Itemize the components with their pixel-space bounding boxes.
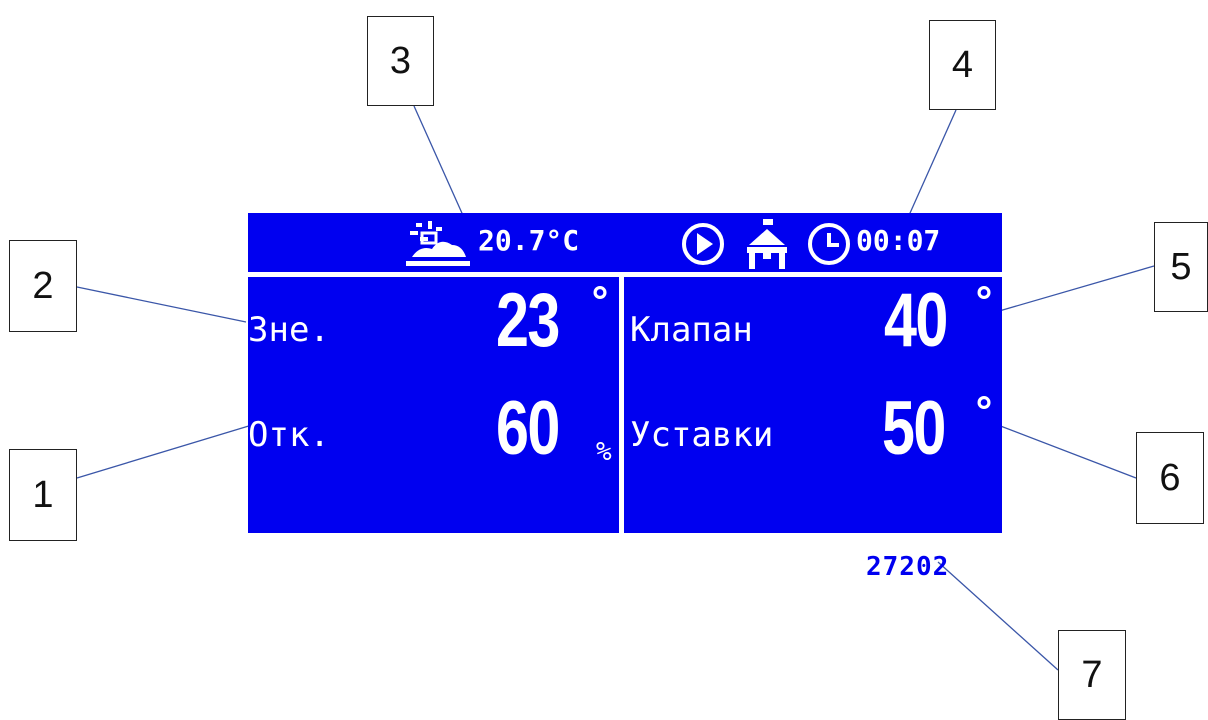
callout-box-7: 7 [1058,630,1126,720]
callout-box-4: 4 [929,20,996,110]
clock-time: 00:07 [856,224,941,257]
opening-unit: % [596,437,612,467]
callout-number: 3 [389,39,412,82]
valve-label: Клапан [630,310,753,350]
callout-box-6: 6 [1136,432,1204,524]
leader-1 [76,424,253,479]
leader-7 [937,561,1059,671]
opening-label: Отк. [248,415,330,455]
callout-box-3: 3 [367,16,434,106]
leader-6 [989,421,1137,479]
lcd-screen: 20.7°C 00:07 Зне. 23 ° Отк. 60 % Клапан … [248,213,1002,533]
outdoor-temperature-value: 23 [496,278,560,363]
valve-temperature-unit: ° [972,280,997,326]
callout-number: 4 [951,43,974,86]
callout-number: 2 [32,264,54,307]
lcd-vertical-divider [619,277,624,533]
callout-box-2: 2 [9,240,77,332]
valve-temperature-value: 40 [884,278,948,363]
outdoor-temperature-top: 20.7°C [478,224,580,257]
weather-icon [406,221,470,266]
callout-box-1: 1 [9,449,77,541]
callout-number: 5 [1170,245,1192,288]
lcd-status-bar: 20.7°C 00:07 [248,213,1002,273]
callout-box-5: 5 [1154,222,1208,312]
lcd-horizontal-divider [248,272,1002,277]
valve-icon [747,219,787,269]
setpoint-value: 50 [882,386,946,471]
setpoint-unit: ° [972,390,997,436]
outdoor-label: Зне. [248,310,330,350]
leader-2 [76,286,247,323]
leader-5 [981,265,1155,317]
outdoor-temperature-unit: ° [588,280,613,326]
opening-value: 60 [496,386,560,471]
setpoint-label: Уставки [630,415,774,455]
clock-icon [808,223,850,265]
pump-icon [682,223,724,265]
callout-number: 1 [32,473,54,516]
callout-number: 6 [1159,456,1181,499]
callout-number: 7 [1081,653,1103,696]
software-version-code: 27202 [866,552,950,582]
